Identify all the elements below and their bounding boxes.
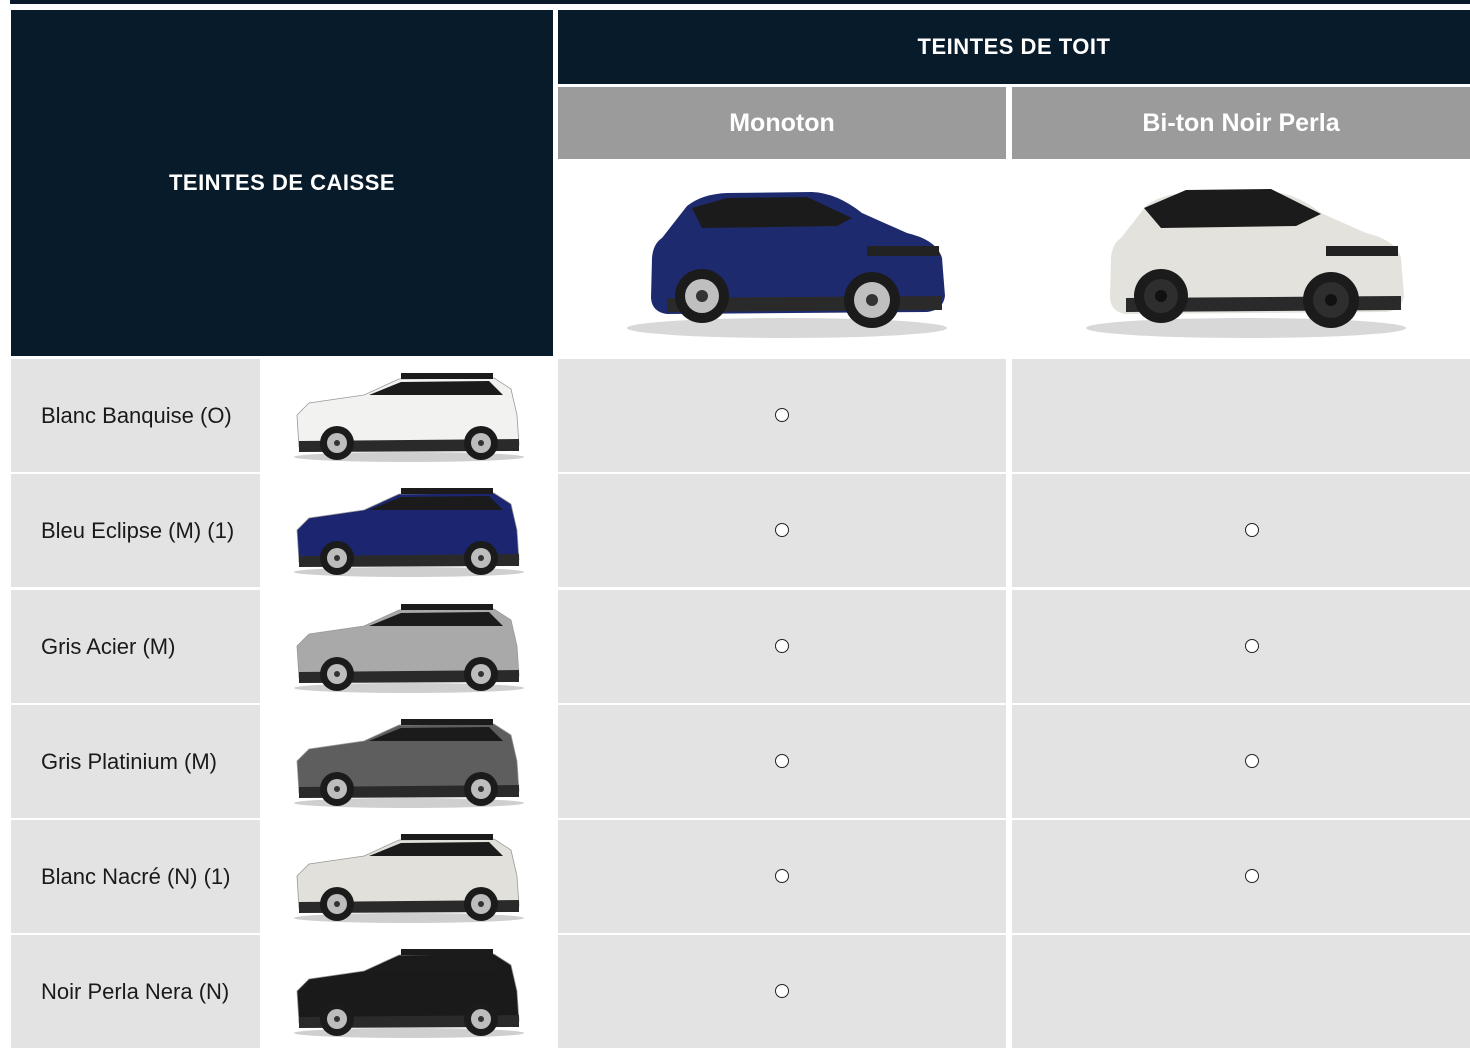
monoton-availability-cell (558, 359, 1006, 472)
body-colour-label-cell: Blanc Nacré (N) (1) (11, 820, 260, 933)
hero-car-monoton (558, 160, 1006, 356)
biton-availability-cell (1012, 820, 1470, 933)
available-circle-icon (1245, 869, 1259, 883)
biton-availability-cell (1012, 474, 1470, 587)
available-circle-icon (1245, 754, 1259, 768)
car-front-three-quarter-icon (627, 192, 947, 338)
available-circle-icon (775, 984, 789, 998)
biton-availability-cell (1012, 705, 1470, 818)
table-row: Blanc Banquise (O) (0, 359, 1470, 472)
monoton-availability-cell (558, 474, 1006, 587)
car-side-icon (294, 373, 524, 462)
car-side-thumbnail (265, 474, 553, 587)
table-row: Gris Acier (M) (0, 590, 1470, 703)
roof-option-biton-header: Bi-ton Noir Perla (1012, 87, 1470, 159)
monoton-availability-cell (558, 705, 1006, 818)
car-side-icon (294, 604, 524, 693)
biton-availability-cell (1012, 359, 1470, 472)
body-colour-name: Gris Acier (M) (41, 633, 176, 659)
car-side-thumbnail (265, 935, 553, 1048)
body-colour-label-cell: Bleu Eclipse (M) (1) (11, 474, 260, 587)
monoton-availability-cell (558, 935, 1006, 1048)
roof-option-monoton-label: Monoton (729, 108, 835, 137)
body-colour-name: Blanc Banquise (O) (41, 402, 232, 428)
available-circle-icon (1245, 523, 1259, 537)
table-row: Gris Platinium (M) (0, 705, 1470, 818)
body-colour-label-cell: Gris Platinium (M) (11, 705, 260, 818)
body-colour-name: Blanc Nacré (N) (1) (41, 863, 231, 889)
car-side-thumbnail (265, 820, 553, 933)
body-colours-title: TEINTES DE CAISSE (168, 170, 396, 195)
car-side-icon (294, 488, 524, 577)
available-circle-icon (775, 754, 789, 768)
hero-car-biton (1012, 160, 1470, 356)
top-rule (10, 0, 1470, 4)
car-front-three-quarter-icon (1086, 189, 1406, 338)
table-row: Bleu Eclipse (M) (1) (0, 474, 1470, 587)
car-side-thumbnail (265, 590, 553, 703)
available-circle-icon (775, 523, 789, 537)
roof-colours-header: TEINTES DE TOIT (558, 10, 1470, 84)
monoton-availability-cell (558, 820, 1006, 933)
monoton-availability-cell (558, 590, 1006, 703)
car-side-thumbnail (265, 705, 553, 818)
body-colour-name: Bleu Eclipse (M) (1) (41, 517, 235, 543)
biton-availability-cell (1012, 590, 1470, 703)
car-side-icon (294, 719, 524, 808)
available-circle-icon (775, 408, 789, 422)
car-side-icon (294, 834, 524, 923)
available-circle-icon (775, 639, 789, 653)
roof-colours-title: TEINTES DE TOIT (917, 34, 1111, 59)
body-colour-name: Gris Platinium (M) (41, 748, 218, 774)
table-row: Noir Perla Nera (N) (0, 935, 1470, 1048)
body-colour-name: Noir Perla Nera (N) (41, 978, 230, 1004)
roof-option-biton-label: Bi-ton Noir Perla (1142, 108, 1340, 137)
table-row: Blanc Nacré (N) (1) (0, 820, 1470, 933)
body-colours-header: TEINTES DE CAISSE (11, 10, 553, 356)
car-side-thumbnail (265, 359, 553, 472)
body-colour-label-cell: Gris Acier (M) (11, 590, 260, 703)
available-circle-icon (775, 869, 789, 883)
body-colour-label-cell: Noir Perla Nera (N) (11, 935, 260, 1048)
body-colour-label-cell: Blanc Banquise (O) (11, 359, 260, 472)
car-side-icon (294, 949, 524, 1038)
available-circle-icon (1245, 639, 1259, 653)
roof-option-monoton-header: Monoton (558, 87, 1006, 159)
biton-availability-cell (1012, 935, 1470, 1048)
